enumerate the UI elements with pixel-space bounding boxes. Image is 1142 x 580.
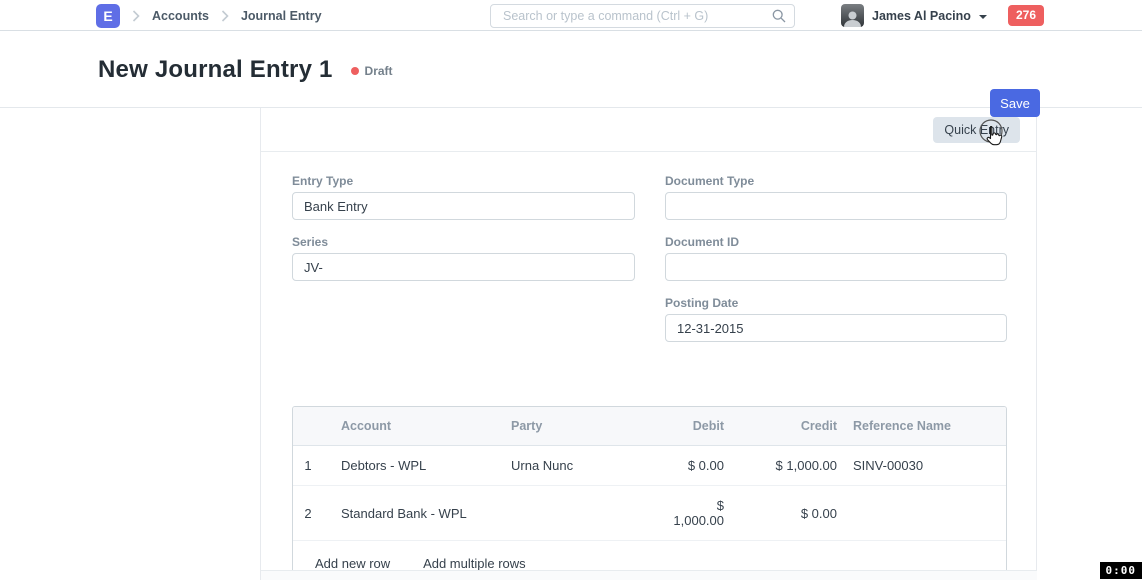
status-dot-icon bbox=[351, 67, 359, 75]
status-badge: Draft bbox=[365, 64, 393, 78]
chevron-right-icon bbox=[221, 10, 229, 22]
document-id-label: Document ID bbox=[665, 236, 1007, 249]
cell-party[interactable] bbox=[499, 486, 659, 541]
breadcrumb: E Accounts Journal Entry bbox=[96, 0, 322, 31]
grid-header-index bbox=[293, 407, 329, 446]
form-toolbar: Quick Entry bbox=[261, 108, 1036, 152]
row-index: 2 bbox=[293, 486, 329, 541]
posting-date-field: Posting Date bbox=[665, 297, 1007, 342]
page-body: Quick Entry Entry Type Series Document T… bbox=[0, 108, 1142, 580]
add-new-row-button[interactable]: Add new row bbox=[315, 556, 390, 571]
document-id-field: Document ID bbox=[665, 236, 1007, 281]
app-screen: E Accounts Journal Entry James Al Pacino bbox=[0, 0, 1142, 580]
cell-credit[interactable]: $ 0.00 bbox=[736, 486, 849, 541]
user-name: James Al Pacino bbox=[872, 9, 971, 23]
table-row[interactable]: 2 Standard Bank - WPL $ 1,000.00 $ 0.00 bbox=[293, 486, 1007, 541]
posting-date-input[interactable] bbox=[665, 314, 1007, 342]
grid-header-debit: Debit bbox=[659, 407, 736, 446]
grid-header-party: Party bbox=[499, 407, 659, 446]
cell-account[interactable]: Standard Bank - WPL bbox=[329, 486, 499, 541]
row-index: 1 bbox=[293, 446, 329, 486]
document-type-label: Document Type bbox=[665, 175, 1007, 188]
page-head: New Journal Entry 1 Draft Save bbox=[0, 31, 1142, 108]
user-menu[interactable]: James Al Pacino bbox=[841, 0, 987, 31]
form-area: Quick Entry Entry Type Series Document T… bbox=[261, 108, 1037, 580]
cell-reference-name[interactable] bbox=[849, 486, 1007, 541]
entry-type-input[interactable] bbox=[292, 192, 635, 220]
series-label: Series bbox=[292, 236, 635, 249]
document-id-input[interactable] bbox=[665, 253, 1007, 281]
avatar bbox=[841, 4, 864, 27]
entry-type-label: Entry Type bbox=[292, 175, 635, 188]
breadcrumb-accounts[interactable]: Accounts bbox=[152, 9, 209, 23]
posting-date-label: Posting Date bbox=[665, 297, 1007, 310]
grid-header-reference-name: Reference Name bbox=[849, 407, 1007, 446]
add-multiple-rows-button[interactable]: Add multiple rows bbox=[423, 556, 526, 571]
grid-header-row: Account Party Debit Credit Reference Nam… bbox=[293, 407, 1007, 446]
form-column-right: Document Type Document ID Posting Date bbox=[665, 175, 1007, 358]
series-field: Series bbox=[292, 236, 635, 281]
cell-credit[interactable]: $ 1,000.00 bbox=[736, 446, 849, 486]
chevron-down-icon bbox=[979, 15, 987, 19]
app-logo-letter: E bbox=[103, 8, 112, 24]
doc-status: Draft bbox=[351, 64, 393, 78]
cell-debit[interactable]: $ 0.00 bbox=[659, 446, 736, 486]
chevron-right-icon bbox=[132, 10, 140, 22]
form-fields: Entry Type Series Document Type Document bbox=[261, 152, 1036, 358]
document-type-input[interactable] bbox=[665, 192, 1007, 220]
table-row[interactable]: 1 Debtors - WPL Urna Nunc $ 0.00 $ 1,000… bbox=[293, 446, 1007, 486]
accounting-entries-grid: Account Party Debit Credit Reference Nam… bbox=[292, 406, 1005, 580]
search-input[interactable] bbox=[490, 4, 795, 28]
document-type-field: Document Type bbox=[665, 175, 1007, 220]
entry-type-field: Entry Type bbox=[292, 175, 635, 220]
app-logo[interactable]: E bbox=[96, 4, 120, 28]
section-divider bbox=[261, 570, 1037, 580]
cell-party[interactable]: Urna Nunc bbox=[499, 446, 659, 486]
top-navbar: E Accounts Journal Entry James Al Pacino bbox=[0, 0, 1142, 31]
grid-header-account: Account bbox=[329, 407, 499, 446]
cell-debit[interactable]: $ 1,000.00 bbox=[659, 486, 736, 541]
cell-account[interactable]: Debtors - WPL bbox=[329, 446, 499, 486]
quick-entry-button[interactable]: Quick Entry bbox=[933, 117, 1020, 143]
search-icon[interactable] bbox=[772, 9, 786, 28]
series-input[interactable] bbox=[292, 253, 635, 281]
global-search bbox=[490, 4, 795, 28]
recording-timer: 0:00 bbox=[1100, 562, 1142, 579]
breadcrumb-journal-entry[interactable]: Journal Entry bbox=[241, 9, 322, 23]
left-sidebar bbox=[0, 108, 261, 580]
notification-count-badge[interactable]: 276 bbox=[1008, 5, 1044, 26]
page-title: New Journal Entry 1 bbox=[98, 56, 333, 84]
grid-header-credit: Credit bbox=[736, 407, 849, 446]
cell-reference-name[interactable]: SINV-00030 bbox=[849, 446, 1007, 486]
form-column-left: Entry Type Series bbox=[292, 175, 635, 358]
save-button[interactable]: Save bbox=[990, 89, 1040, 117]
